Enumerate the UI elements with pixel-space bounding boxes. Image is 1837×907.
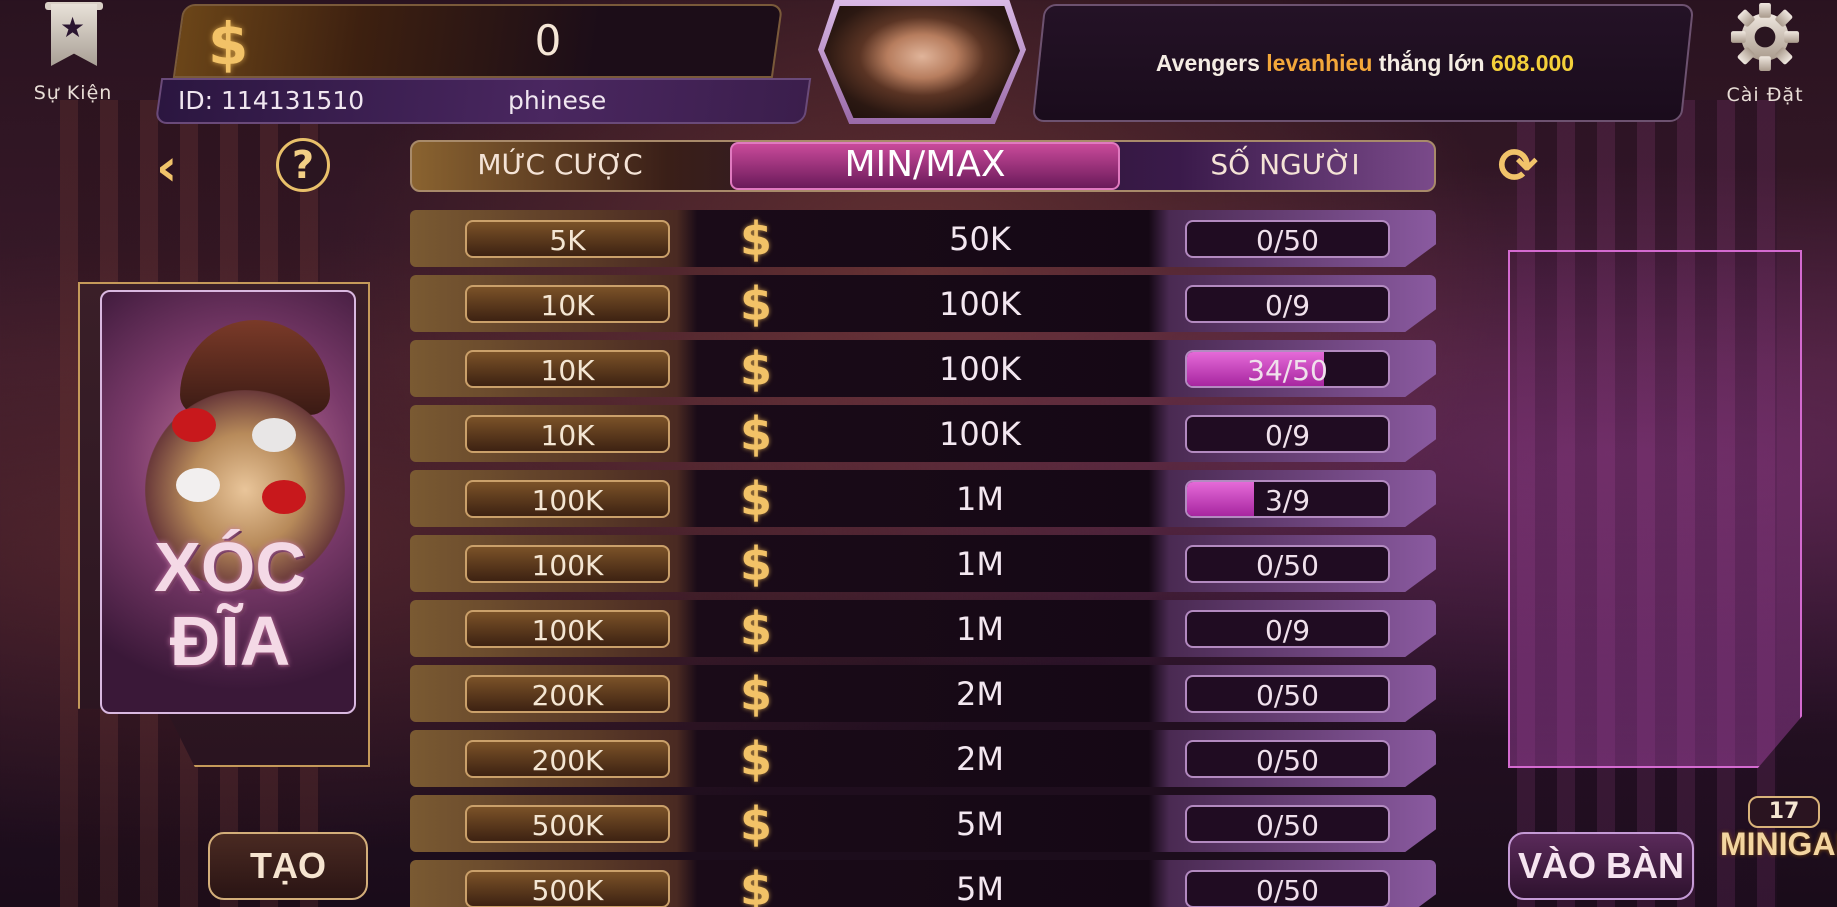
bet-pill: 10K xyxy=(465,415,670,453)
coin-icon: $ xyxy=(740,277,773,331)
coin-icon: $ xyxy=(740,797,773,851)
minmax-value: 1M xyxy=(956,610,1004,648)
event-button[interactable]: ★ Sự Kiện xyxy=(28,0,118,104)
coin-icon: $ xyxy=(740,407,773,461)
table-row[interactable]: 100K $ 1M 0/50 xyxy=(410,535,1436,592)
bet-pill: 100K xyxy=(465,480,670,518)
minmax-value: 5M xyxy=(956,870,1004,907)
table-list: 5K $ 50K 0/50 10K $ 100K 0/9 10K $ 100K … xyxy=(410,210,1436,907)
table-row[interactable]: 100K $ 1M 3/9 xyxy=(410,470,1436,527)
bet-pill: 200K xyxy=(465,740,670,778)
user-id: ID: 114131510 xyxy=(178,86,365,115)
players-pill: 0/50 xyxy=(1185,675,1390,713)
minmax-value: 2M xyxy=(956,675,1004,713)
coin-icon: $ xyxy=(740,472,773,526)
minmax-value: 50K xyxy=(949,220,1011,258)
chip-red xyxy=(172,408,216,442)
minigame-count-badge: 17 xyxy=(1748,796,1820,828)
balance-value: 0 xyxy=(534,16,562,65)
players-pill: 0/50 xyxy=(1185,740,1390,778)
table-preview-panel xyxy=(1508,250,1802,768)
minigame-label: MINIGAME xyxy=(1720,826,1837,862)
players-pill: 0/9 xyxy=(1185,610,1390,648)
minmax-value: 1M xyxy=(956,545,1004,583)
header-minmax[interactable]: MIN/MAX xyxy=(730,142,1120,190)
minmax-value: 5M xyxy=(956,805,1004,843)
players-pill: 0/9 xyxy=(1185,415,1390,453)
refresh-icon[interactable]: ⟳ xyxy=(1490,138,1546,194)
minmax-value: 2M xyxy=(956,740,1004,778)
username: phinese xyxy=(508,86,607,115)
coin-icon: $ xyxy=(208,10,249,78)
news-player: levanhieu xyxy=(1266,50,1373,76)
table-row[interactable]: 500K $ 5M 0/50 xyxy=(410,860,1436,907)
table-row[interactable]: 500K $ 5M 0/50 xyxy=(410,795,1436,852)
bet-pill: 10K xyxy=(465,285,670,323)
table-row[interactable]: 100K $ 1M 0/9 xyxy=(410,600,1436,657)
players-pill: 34/50 xyxy=(1185,350,1390,388)
players-pill: 3/9 xyxy=(1185,480,1390,518)
coin-icon: $ xyxy=(740,732,773,786)
gear-icon xyxy=(1728,0,1802,74)
bet-pill: 100K xyxy=(465,545,670,583)
news-team: Avengers xyxy=(1155,50,1260,76)
bet-pill: 500K xyxy=(465,870,670,907)
coin-icon: $ xyxy=(740,342,773,396)
table-row[interactable]: 10K $ 100K 34/50 xyxy=(410,340,1436,397)
coin-icon: $ xyxy=(740,862,773,907)
coin-icon: $ xyxy=(740,602,773,656)
event-label: Sự Kiện xyxy=(33,82,113,104)
bet-pill: 500K xyxy=(465,805,670,843)
table-row[interactable]: 200K $ 2M 0/50 xyxy=(410,665,1436,722)
players-pill: 0/50 xyxy=(1185,805,1390,843)
bet-pill: 200K xyxy=(465,675,670,713)
table-row[interactable]: 5K $ 50K 0/50 xyxy=(410,210,1436,267)
minigame-button[interactable]: 17 MINIGAME xyxy=(1720,796,1837,907)
players-pill: 0/50 xyxy=(1185,545,1390,583)
create-table-button[interactable]: TẠO BÀN xyxy=(208,832,368,900)
chip-white xyxy=(252,418,296,452)
players-pill: 0/50 xyxy=(1185,870,1390,907)
players-pill: 0/50 xyxy=(1185,220,1390,258)
coin-icon: $ xyxy=(740,667,773,721)
minmax-value: 1M xyxy=(956,480,1004,518)
join-table-button[interactable]: VÀO BÀN xyxy=(1508,832,1694,900)
table-row[interactable]: 200K $ 2M 0/50 xyxy=(410,730,1436,787)
bet-pill: 5K xyxy=(465,220,670,258)
coin-icon: $ xyxy=(740,537,773,591)
game-title: XÓC ĐĨA xyxy=(154,528,306,680)
chip-red xyxy=(262,480,306,514)
header-players[interactable]: SỐ NGƯỜI xyxy=(1150,148,1420,181)
table-row[interactable]: 10K $ 100K 0/9 xyxy=(410,405,1436,462)
header-bet[interactable]: MỨC CƯỢC xyxy=(430,148,690,181)
minmax-value: 100K xyxy=(938,350,1022,388)
minmax-value: 100K xyxy=(938,285,1022,323)
players-pill: 0/9 xyxy=(1185,285,1390,323)
help-icon[interactable]: ? xyxy=(276,138,330,192)
news-ticker: Avengers levanhieu thắng lớn 608.000 xyxy=(1040,50,1690,77)
avatar[interactable] xyxy=(818,0,1026,124)
settings-button[interactable]: Cài Đặt xyxy=(1710,0,1820,106)
minmax-value: 100K xyxy=(938,415,1022,453)
chip-white xyxy=(176,468,220,502)
coin-icon: $ xyxy=(740,212,773,266)
bet-pill: 100K xyxy=(465,610,670,648)
back-chevron-icon[interactable]: ‹ xyxy=(156,142,177,194)
news-amount: 608.000 xyxy=(1490,50,1575,76)
table-row[interactable]: 10K $ 100K 0/9 xyxy=(410,275,1436,332)
event-banner-icon: ★ xyxy=(43,0,103,72)
bet-pill: 10K xyxy=(465,350,670,388)
news-verb: thắng lớn xyxy=(1378,50,1485,76)
settings-label: Cài Đặt xyxy=(1726,84,1804,106)
balance-panel: $ 0 ID: 114131510 phinese xyxy=(154,4,812,124)
